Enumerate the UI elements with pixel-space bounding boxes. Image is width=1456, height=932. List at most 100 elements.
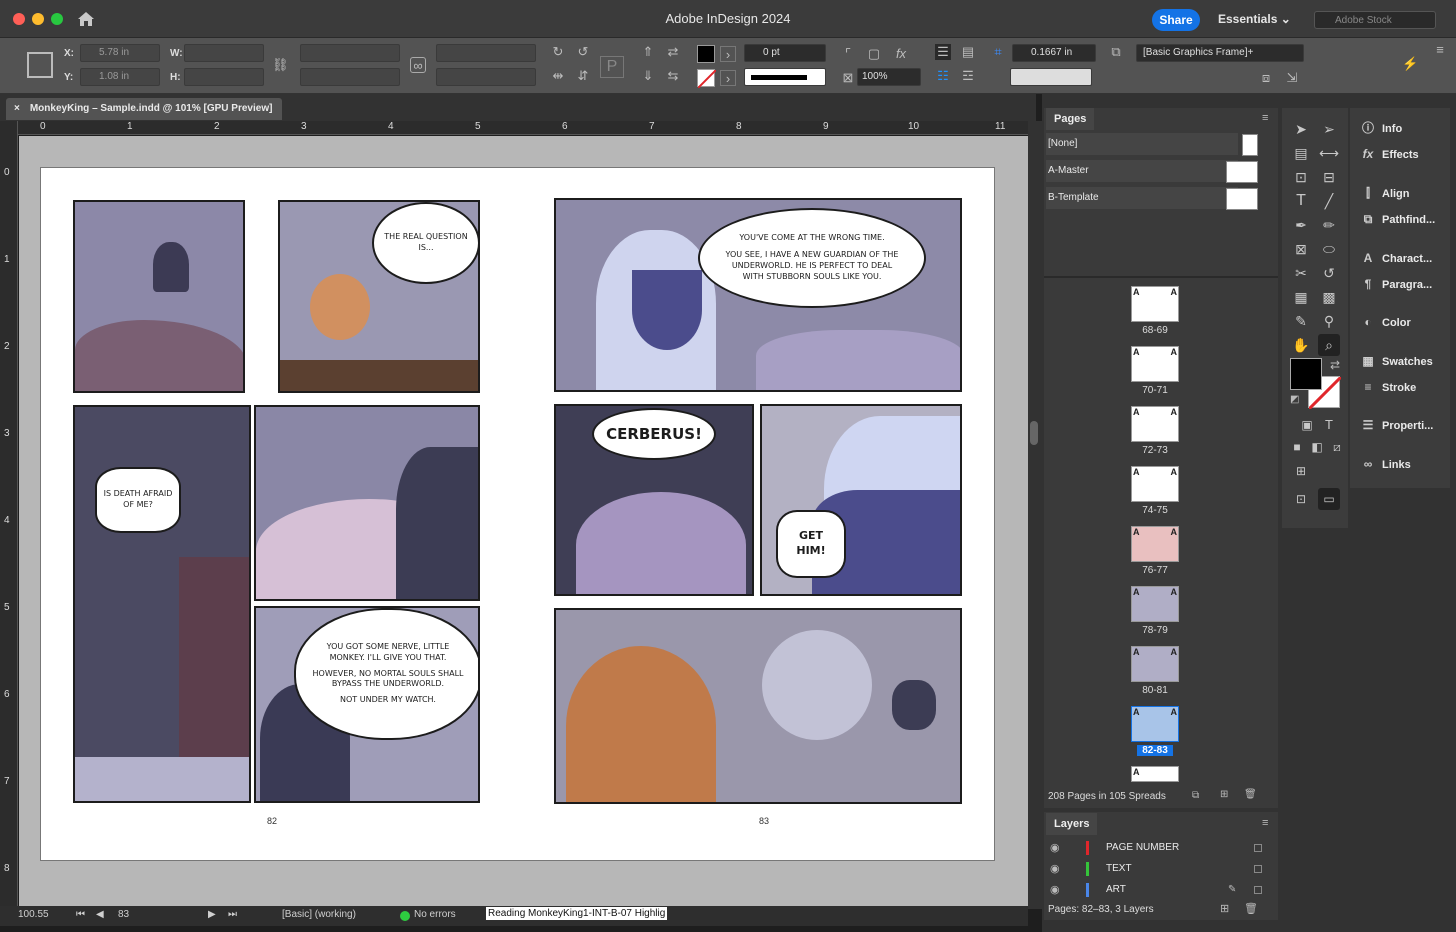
flip-vertical-icon[interactable]: ⇵ [575,68,591,84]
rotation-field[interactable] [436,44,536,62]
share-button[interactable]: Share [1152,9,1200,31]
pathfinder-panel-link[interactable]: ⧉ Pathfind... [1358,207,1448,231]
layers-panel-tab[interactable]: Layers [1046,813,1098,835]
trash-icon[interactable]: 🗑 [1244,789,1257,800]
reference-point-icon[interactable] [27,52,53,78]
vertical-ruler[interactable]: 0 1 2 3 4 5 6 7 8 [0,121,18,909]
first-page-icon[interactable]: ⏮ [76,909,85,920]
formatting-text-icon[interactable]: T [1318,414,1340,436]
minimize-window-button[interactable] [32,13,44,25]
vertical-scrollbar[interactable] [1028,121,1042,909]
apply-gradient-icon[interactable]: ◧ [1306,436,1328,458]
gap-tool-icon[interactable]: ⌗ [990,44,1006,60]
gap-field[interactable]: 0.1667 in [1012,44,1096,62]
horizontal-ruler[interactable]: 0 1 2 3 4 5 6 7 8 9 10 11 [18,121,1028,135]
select-container-icon[interactable]: ⇑ [640,44,656,60]
layer-row[interactable]: ◉ PAGE NUMBER [1046,838,1262,858]
gradient-feather-tool-icon[interactable]: ▩ [1318,286,1340,308]
note-tool-icon[interactable]: ✎ [1290,310,1312,332]
x-field[interactable]: 5.78 in [80,44,160,62]
comic-panel[interactable]: THE REAL QUESTION IS... [278,200,480,393]
spread-thumbnail[interactable]: AA [1131,466,1179,502]
comic-panel[interactable]: YOU'VE COME AT THE WRONG TIME. YOU SEE, … [554,198,962,392]
constrain-proportions-icon[interactable]: ⛓ [272,57,289,73]
shear-field[interactable] [436,68,536,86]
properties-panel-link[interactable]: ☰ Properti... [1358,413,1448,437]
stroke-style-select[interactable] [1010,68,1092,86]
scroll-thumb[interactable] [1030,421,1038,445]
flip-horizontal-icon[interactable]: ⇹ [550,68,566,84]
next-page-icon[interactable]: ▶ [208,909,216,920]
pen-tool-icon[interactable]: ✒ [1290,214,1312,236]
eye-icon[interactable]: ◉ [1050,880,1060,900]
content-placer-icon[interactable]: ⊟ [1318,166,1340,188]
w-field[interactable] [184,44,264,62]
close-window-button[interactable] [13,13,25,25]
export-icon[interactable]: ⇲ [1284,70,1300,86]
stroke-type-select[interactable] [744,68,826,86]
prev-page-icon[interactable]: ◀ [96,909,104,920]
swatches-panel-link[interactable]: ▦ Swatches [1358,349,1448,373]
panel-menu-icon[interactable]: ≡ [1262,112,1268,124]
edit-page-size-icon[interactable]: ⧉ [1192,790,1199,801]
master-thumbnail[interactable] [1226,161,1258,183]
comic-panel[interactable] [73,200,245,393]
link-icon[interactable]: ∞ [410,57,426,73]
layer-row[interactable]: ◉ TEXT [1046,859,1262,879]
fill-swatch[interactable] [697,45,715,63]
new-layer-icon[interactable]: ⊞ [1220,902,1229,915]
comic-panel[interactable] [254,405,480,601]
free-transform-tool-icon[interactable]: ↺ [1318,262,1340,284]
formatting-container-icon[interactable]: ▣ [1296,414,1318,436]
pathfinder-icon[interactable]: ⧈ [1258,70,1274,86]
rotate-cw-icon[interactable]: ↻ [550,44,566,60]
spread-thumbnail[interactable]: AA [1131,646,1179,682]
master-a[interactable]: A-Master [1046,160,1238,182]
p-icon[interactable]: P [600,56,624,78]
layer-select-box[interactable] [1254,844,1262,852]
page-83[interactable]: YOU'VE COME AT THE WRONG TIME. YOU SEE, … [517,167,995,861]
page-82[interactable]: THE REAL QUESTION IS... IS DEATH AFRAID … [40,167,518,861]
close-icon[interactable]: × [14,103,20,114]
y-field[interactable]: 1.08 in [80,68,160,86]
new-page-icon[interactable]: ⊞ [1220,789,1228,800]
lightning-icon[interactable]: ⚡ [1402,56,1418,72]
master-none[interactable]: [None] [1046,133,1238,155]
rotate-ccw-icon[interactable]: ↺ [575,44,591,60]
spread-thumbnail[interactable]: AA [1131,526,1179,562]
frame-grid-icon[interactable]: ⊞ [1290,460,1312,482]
eye-icon[interactable]: ◉ [1050,859,1060,879]
pencil-icon[interactable]: ✎ [1228,880,1236,900]
spread-thumbnail[interactable]: AA [1131,286,1179,322]
eyedropper-tool-icon[interactable]: ⚲ [1318,310,1340,332]
drop-shadow-icon[interactable]: ▢ [866,46,882,62]
corner-options-icon[interactable]: ⌜ [840,46,856,62]
master-thumbnail[interactable] [1226,188,1258,210]
screen-mode-normal-icon[interactable]: ⊡ [1290,488,1312,510]
text-wrap-box-icon[interactable]: ▤ [960,44,976,60]
chevron-right-icon[interactable]: › [720,46,736,62]
zoom-select[interactable]: 100.55 [18,909,49,920]
stroke-swatch[interactable] [697,69,717,89]
object-style-select[interactable]: [Basic Graphics Frame]+ [1136,44,1304,62]
links-panel-link[interactable]: ∞ Links [1358,452,1448,476]
spread-thumbnail[interactable]: A [1131,766,1179,782]
master-thumbnail[interactable] [1242,134,1258,156]
select-previous-icon[interactable]: ⇄ [665,44,681,60]
direct-selection-tool-icon[interactable]: ➢ [1318,118,1340,140]
stock-search-input[interactable]: Adobe Stock [1314,11,1436,29]
selection-tool-icon[interactable]: ➤ [1290,118,1312,140]
stroke-weight-field[interactable]: 0 pt [744,44,826,62]
content-collector-icon[interactable]: ⊡ [1290,166,1312,188]
spread-thumbnail[interactable]: AA [1131,406,1179,442]
comic-panel[interactable] [554,608,962,804]
home-icon[interactable] [76,10,96,28]
eye-icon[interactable]: ◉ [1050,838,1060,858]
effects-panel-link[interactable]: fx Effects [1358,142,1448,166]
rectangle-frame-tool-icon[interactable]: ⊠ [1290,238,1312,260]
comic-panel[interactable]: CERBERUS! [554,404,754,596]
gap-tool-icon[interactable]: ⟷ [1318,142,1340,164]
align-icon[interactable]: ☷ [935,68,951,84]
ellipse-tool-icon[interactable]: ⬭ [1318,238,1340,260]
h-field[interactable] [184,68,264,86]
